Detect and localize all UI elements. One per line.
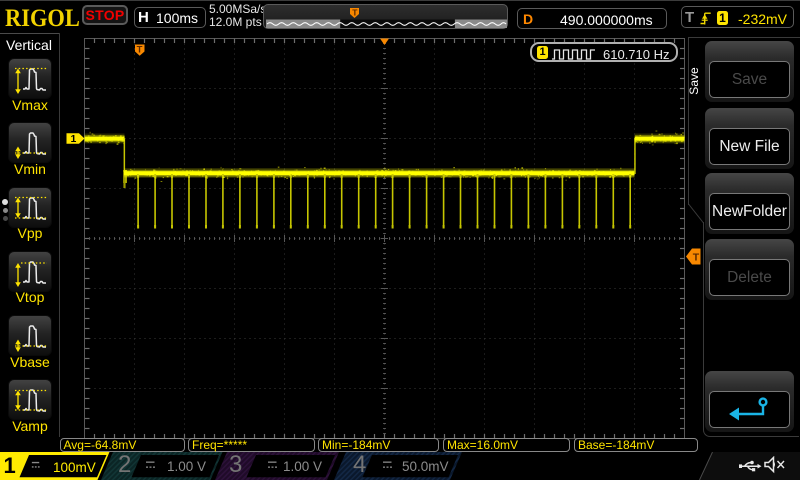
svg-text:1: 1 — [71, 133, 77, 145]
svg-text:T: T — [352, 7, 358, 17]
svg-text:T: T — [693, 252, 700, 264]
svg-text:T: T — [137, 45, 143, 56]
